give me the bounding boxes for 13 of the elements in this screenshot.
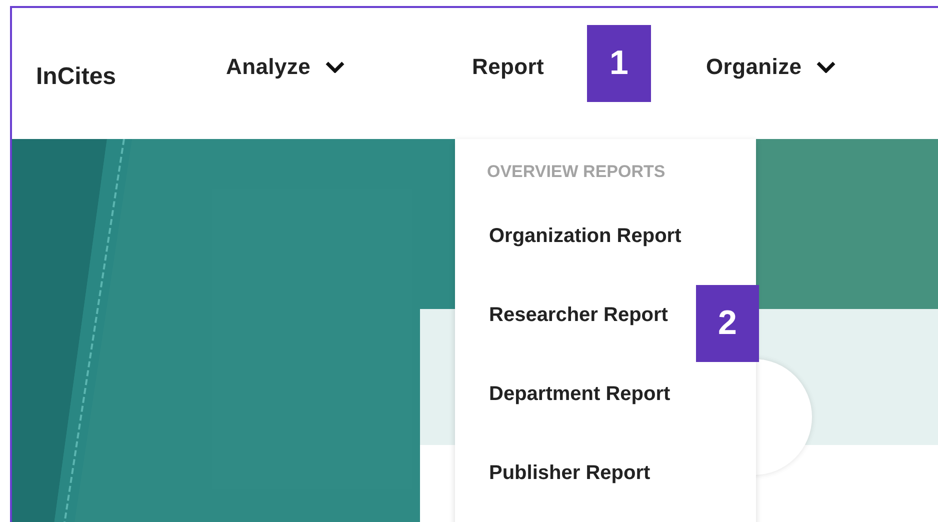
nav-link[interactable]: Report — [472, 50, 544, 83]
logo-text: InCites — [36, 62, 118, 92]
callout-badge: 2 — [696, 285, 759, 362]
menu-item[interactable]: Organization Report — [489, 218, 682, 252]
menu-item[interactable]: Researcher Report — [489, 298, 668, 332]
chevron-down-icon[interactable] — [816, 60, 836, 72]
callout-badge: 1 — [587, 25, 651, 102]
nav-link[interactable]: Analyze — [226, 50, 311, 83]
nav-link[interactable]: Organize — [706, 50, 802, 83]
menu-item[interactable]: Department Report — [489, 376, 670, 410]
menu-item[interactable]: Publisher Report — [489, 456, 650, 490]
chevron-down-icon[interactable] — [324, 60, 345, 72]
menu-heading: OVERVIEW REPORTS — [487, 161, 666, 183]
